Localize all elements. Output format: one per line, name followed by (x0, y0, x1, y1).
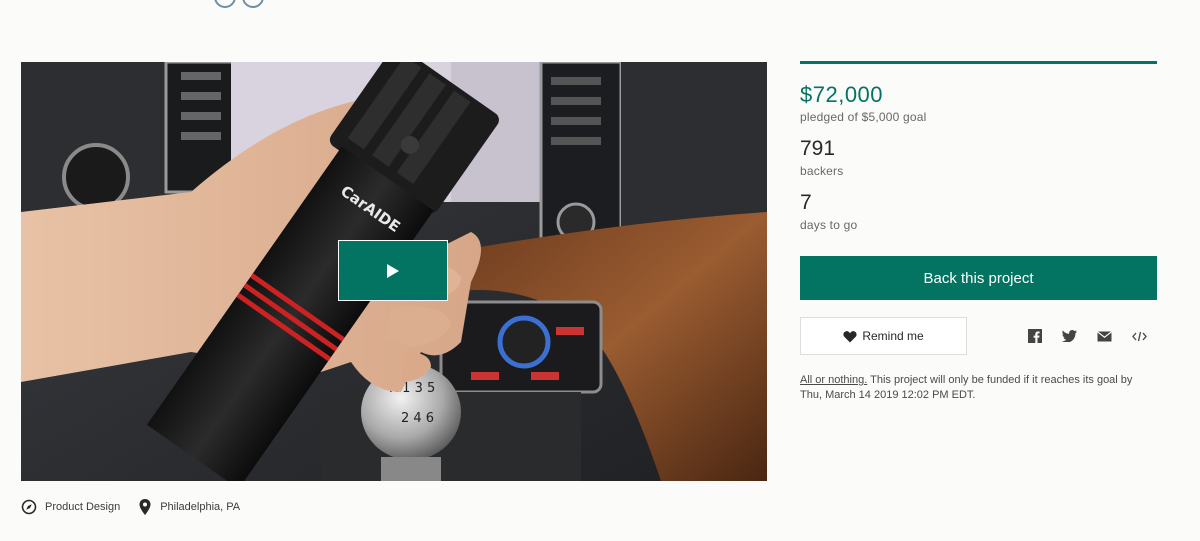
category-link[interactable]: Product Design (21, 499, 120, 515)
pledged-amount: $72,000 (800, 82, 884, 107)
play-icon (387, 263, 399, 278)
days-count: 7 (800, 191, 812, 214)
compass-icon (21, 499, 37, 515)
twitter-icon[interactable] (1052, 330, 1087, 342)
all-or-nothing-link[interactable]: All or nothing. (800, 374, 867, 386)
location-link[interactable]: Philadelphia, PA (138, 498, 240, 516)
share-icons (1017, 329, 1157, 343)
location-label: Philadelphia, PA (160, 501, 241, 513)
heart-icon (843, 330, 857, 342)
days-label: days to go (800, 218, 858, 232)
funding-note: All or nothing. This project will only b… (800, 373, 1157, 403)
goal-text: pledged of $5,000 goal (800, 110, 927, 124)
project-meta: Product Design Philadelphia, PA (21, 498, 258, 516)
back-project-button[interactable]: Back this project (800, 256, 1157, 300)
embed-icon[interactable] (1122, 331, 1157, 342)
secondary-actions: Remind me (800, 317, 1157, 355)
remind-me-label: Remind me (862, 329, 924, 343)
play-button[interactable] (338, 240, 448, 301)
category-label: Product Design (45, 501, 121, 513)
funding-stats: $72,000 pledged of $5,000 goal 791 backe… (800, 61, 1157, 403)
backers-label: backers (800, 164, 844, 178)
facebook-icon[interactable] (1017, 329, 1052, 343)
email-icon[interactable] (1087, 330, 1122, 342)
location-pin-icon (139, 499, 151, 515)
funding-progress-bar (800, 61, 1157, 64)
backers-count: 791 (800, 137, 836, 160)
top-avatars (214, 0, 264, 8)
project-video[interactable]: R 1 3 5 2 4 6 CarAIDE (21, 62, 767, 481)
svg-text:2 4 6: 2 4 6 (401, 411, 434, 426)
remind-me-button[interactable]: Remind me (800, 317, 967, 355)
